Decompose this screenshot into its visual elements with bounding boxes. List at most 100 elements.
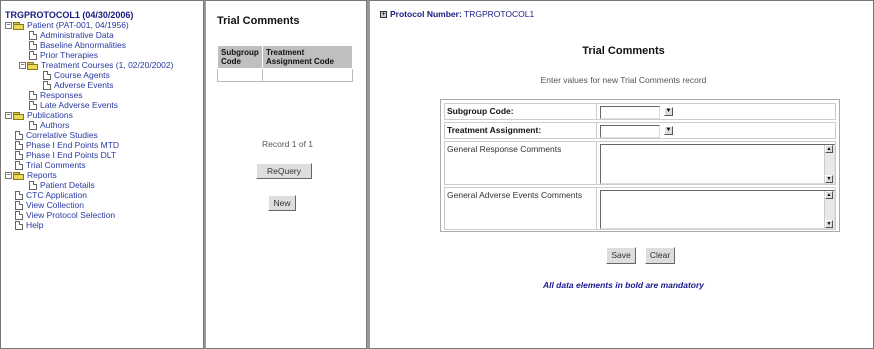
nav-item-label[interactable]: Phase I End Points MTD [26,140,119,150]
requery-button[interactable]: ReQuery [256,163,312,179]
records-title: Trial Comments [217,15,300,27]
new-button[interactable]: New [268,195,296,211]
nav-item-label[interactable]: Baseline Abnormalities [40,40,126,50]
scroll-up-arrow-icon[interactable]: ▲ [825,145,833,153]
document-icon [43,81,51,91]
folder-icon [13,171,25,180]
document-icon [29,51,37,61]
treatment-assignment-select[interactable] [600,125,660,138]
subgroup-code-label: Subgroup Code: [445,104,597,119]
nav-item-label[interactable]: Course Agents [54,70,110,80]
document-icon [29,181,37,191]
nav-item-label[interactable]: Patient Details [40,180,95,190]
form-title: Trial Comments [582,45,665,57]
document-icon [29,121,37,131]
clear-button[interactable]: Clear [645,247,675,264]
nav-item-label[interactable]: Trial Comments [26,160,86,170]
nav-item-label[interactable]: Late Adverse Events [40,100,118,110]
dropdown-arrow-icon[interactable]: ▼ [664,126,673,135]
treatment-assignment-row: Treatment Assignment: ▼ [444,122,836,139]
folder-icon [27,61,39,70]
expand-icon[interactable]: + [380,11,387,19]
nav-item-label[interactable]: Prior Therapies [40,50,98,60]
nav-item-label[interactable]: Correlative Studies [26,130,98,140]
collapse-toggle-icon[interactable]: − [5,172,12,180]
collapse-toggle-icon[interactable]: − [19,62,26,70]
record-counter: Record 1 of 1 [261,139,314,149]
nav-item-ctc-application[interactable]: CTC Application [5,190,203,201]
nav-item-label[interactable]: Treatment Courses (1, 02/20/2002) [41,60,173,70]
document-icon [29,31,37,41]
protocol-number-label: Protocol Number: [390,9,462,19]
trial-comments-form: Subgroup Code: ▼ Treatment Assignment: ▼… [440,99,840,232]
nav-item-administrative-data[interactable]: Administrative Data [5,30,203,41]
folder-icon [13,111,25,120]
nav-item-label[interactable]: Patient (PAT-001, 04/1956) [27,20,129,30]
scrollbar[interactable]: ▲ ▼ [824,191,834,228]
document-icon [15,201,23,211]
treatment-assignment-label: Treatment Assignment: [445,123,597,138]
collapse-toggle-icon[interactable]: − [5,22,12,30]
nav-item-correlative-studies[interactable]: Correlative Studies [5,130,203,141]
scrollbar[interactable]: ▲ ▼ [824,145,834,183]
nav-item-label[interactable]: Publications [27,110,73,120]
nav-item-label[interactable]: View Collection [26,200,84,210]
table-row[interactable] [217,68,353,82]
document-icon [29,91,37,101]
nav-item-label[interactable]: Help [26,220,43,230]
column-header-treatment-assignment-code: Treatment Assignment Code [262,45,353,69]
document-icon [15,131,23,141]
collapse-toggle-icon[interactable]: − [5,112,12,120]
protocol-number-header[interactable]: + Protocol Number: TRGPROTOCOL1 [380,9,534,19]
nav-item-adverse-events[interactable]: Adverse Events [5,80,203,91]
nav-item-label[interactable]: CTC Application [26,190,87,200]
save-button[interactable]: Save [606,247,636,264]
scroll-down-arrow-icon[interactable]: ▼ [825,220,833,228]
nav-item-patient-details[interactable]: Patient Details [5,180,203,191]
nav-item-label[interactable]: Responses [40,90,83,100]
subgroup-code-select[interactable] [600,106,660,119]
nav-item-label[interactable]: View Protocol Selection [26,210,115,220]
document-icon [29,101,37,111]
nav-item-trial-comments[interactable]: Trial Comments [5,160,203,171]
nav-item-late-adverse-events[interactable]: Late Adverse Events [5,100,203,111]
general-adverse-events-label: General Adverse Events Comments [445,188,597,229]
nav-item-treatment-courses-1-02-20-2002[interactable]: − Treatment Courses (1, 02/20/2002) [5,60,203,70]
nav-item-publications[interactable]: − Publications [5,110,203,120]
general-response-comments-textarea[interactable]: ▲ ▼ [600,144,835,184]
table-cell[interactable] [262,68,353,82]
scroll-up-arrow-icon[interactable]: ▲ [825,191,833,199]
document-icon [15,141,23,151]
table-cell[interactable] [217,68,263,82]
subgroup-code-row: Subgroup Code: ▼ [444,103,836,120]
nav-item-responses[interactable]: Responses [5,90,203,101]
scroll-down-arrow-icon[interactable]: ▼ [825,175,833,183]
nav-item-view-protocol-selection[interactable]: View Protocol Selection [5,210,203,221]
nav-item-phase-i-end-points-mtd[interactable]: Phase I End Points MTD [5,140,203,151]
nav-item-prior-therapies[interactable]: Prior Therapies [5,50,203,61]
nav-item-authors[interactable]: Authors [5,120,203,131]
nav-item-patient-pat-001-04-1956[interactable]: − Patient (PAT-001, 04/1956) [5,20,203,30]
general-response-row: General Response Comments ▲ ▼ [444,141,836,185]
document-icon [15,151,23,161]
dropdown-arrow-icon[interactable]: ▼ [664,107,673,116]
nav-item-baseline-abnormalities[interactable]: Baseline Abnormalities [5,40,203,51]
general-adverse-events-comments-textarea[interactable]: ▲ ▼ [600,190,835,229]
nav-item-phase-i-end-points-dlt[interactable]: Phase I End Points DLT [5,150,203,161]
nav-item-reports[interactable]: − Reports [5,170,203,180]
nav-item-course-agents[interactable]: Course Agents [5,70,203,81]
nav-item-label[interactable]: Administrative Data [40,30,114,40]
nav-item-label[interactable]: Reports [27,170,57,180]
navigation-tree: TRGPROTOCOL1 (04/30/2006) − Patient (PAT-… [5,10,203,231]
protocol-tree-title[interactable]: TRGPROTOCOL1 (04/30/2006) [5,10,203,20]
nav-item-label[interactable]: Authors [40,120,69,130]
form-instruction: Enter values for new Trial Comments reco… [540,75,707,85]
nav-item-view-collection[interactable]: View Collection [5,200,203,211]
records-frame: Trial Comments Subgroup Code Treatment A… [204,0,367,349]
detail-frame: + Protocol Number: TRGPROTOCOL1 Trial Com… [367,0,874,349]
nav-item-label[interactable]: Adverse Events [54,80,114,90]
document-icon [29,41,37,51]
mandatory-note: All data elements in bold are mandatory [542,280,705,290]
nav-item-help[interactable]: Help [5,220,203,231]
nav-item-label[interactable]: Phase I End Points DLT [26,150,116,160]
